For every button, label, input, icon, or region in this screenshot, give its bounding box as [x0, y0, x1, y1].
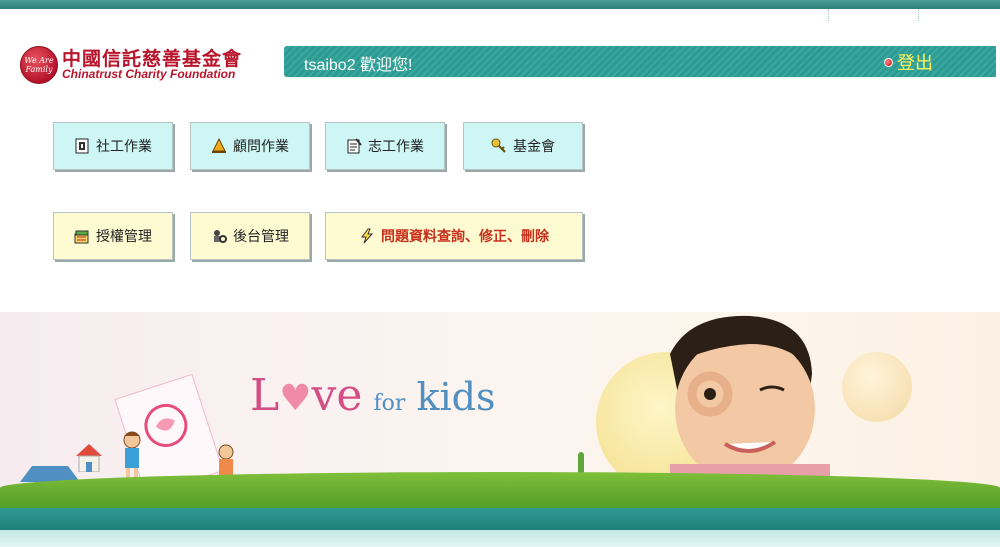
authorization-button[interactable]: 授權管理	[53, 212, 173, 260]
logo-title-en: Chinatrust Charity Foundation	[62, 67, 236, 81]
authorization-label: 授權管理	[96, 229, 152, 245]
love-for-kids-title: L♥ve for kids	[250, 370, 496, 421]
key-icon	[491, 138, 507, 154]
top-strip	[0, 0, 1000, 9]
consultant-icon	[211, 137, 227, 154]
consultant-label: 顧問作業	[233, 139, 289, 155]
love-letter-l: L	[250, 370, 280, 421]
backend-icon	[211, 228, 227, 244]
footer-strip	[0, 530, 1000, 547]
logout-label: 登出	[897, 53, 933, 74]
lightning-icon	[359, 228, 375, 244]
logout-bullet-icon	[884, 57, 893, 67]
welcome-message: tsaibo2 歡迎您!	[304, 57, 413, 74]
header-bar: tsaibo2 歡迎您! 登出	[284, 46, 996, 77]
volunteer-label: 志工作業	[368, 139, 424, 155]
authorization-icon	[74, 228, 90, 244]
grass-hill	[0, 472, 1000, 512]
love-for-kids-banner: L♥ve for kids	[0, 312, 1000, 512]
foundation-label: 基金會	[513, 139, 555, 155]
small-sun-circle	[842, 352, 912, 422]
top-divider	[828, 9, 829, 21]
foundation-logo: We Are Family 中國信託慈善基金會 Chinatrust Chari…	[20, 44, 280, 84]
love-letters-ve: ve	[311, 370, 363, 421]
volunteer-button[interactable]: 志工作業	[325, 122, 445, 170]
social-work-icon	[74, 138, 90, 154]
social-work-label: 社工作業	[96, 139, 152, 155]
social-work-button[interactable]: 社工作業	[53, 122, 173, 170]
heart-icon: ♥	[279, 378, 312, 419]
boy-photo	[670, 315, 830, 484]
love-word-kids: kids	[416, 375, 496, 419]
issue-query-button[interactable]: 問題資料查詢、修正、刪除	[325, 212, 583, 260]
foundation-button[interactable]: 基金會	[463, 122, 583, 170]
top-divider	[918, 9, 919, 21]
consultant-button[interactable]: 顧問作業	[190, 122, 310, 170]
backend-button[interactable]: 後台管理	[190, 212, 310, 260]
backend-label: 後台管理	[233, 229, 289, 245]
logo-badge: We Are Family	[20, 46, 58, 84]
logout-link[interactable]: 登出	[884, 49, 933, 75]
footer-bar	[0, 508, 1000, 530]
issue-query-label: 問題資料查詢、修正、刪除	[381, 229, 549, 245]
love-word-for: for	[373, 391, 406, 416]
volunteer-icon	[346, 138, 362, 154]
